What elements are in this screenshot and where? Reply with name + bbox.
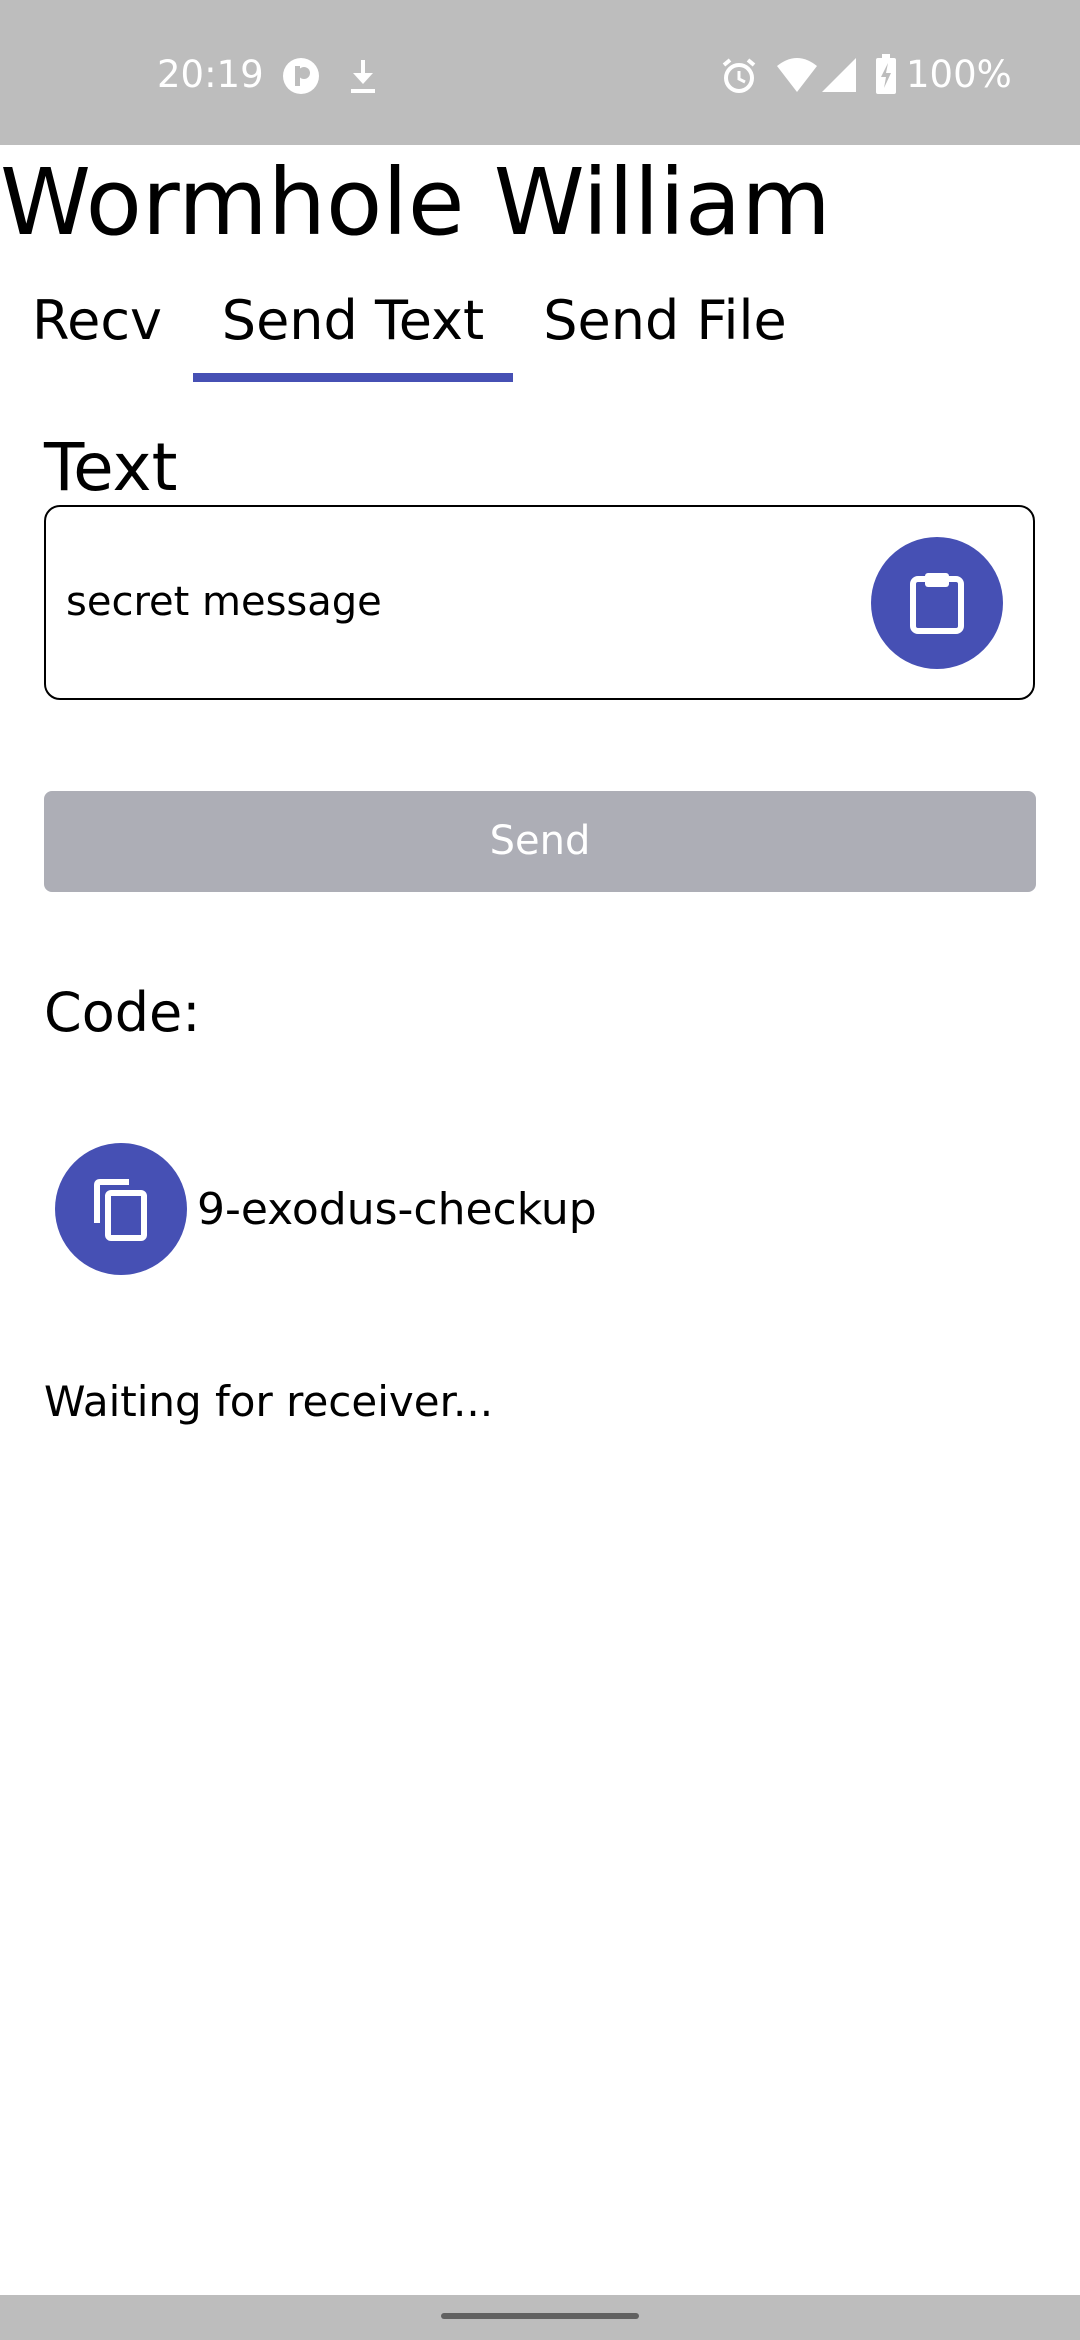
clipboard-icon: [910, 573, 964, 634]
text-field-label: Text: [44, 429, 178, 506]
battery-percent: 100%: [906, 53, 1012, 96]
code-value: 9-exodus-checkup: [197, 1184, 597, 1235]
tab-recv[interactable]: Recv: [18, 282, 176, 360]
wifi-icon: [775, 56, 819, 98]
download-icon: [348, 56, 378, 100]
copy-icon: [94, 1179, 147, 1241]
app-notification-icon: [281, 56, 321, 100]
app-title: Wormhole William: [0, 149, 831, 256]
selected-tab-indicator: [193, 373, 513, 382]
copy-code-button[interactable]: [55, 1143, 187, 1275]
status-bar: 20:19 100%: [0, 0, 1080, 145]
signal-icon: [820, 56, 858, 98]
transfer-status: Waiting for receiver...: [44, 1377, 494, 1426]
battery-charging-icon: [874, 54, 898, 100]
screen: 20:19 100% Wormhole William Recv Send Te…: [0, 0, 1080, 2340]
tab-send-text[interactable]: Send Text: [193, 282, 513, 360]
tab-send-file[interactable]: Send File: [530, 282, 800, 360]
send-button[interactable]: Send: [44, 791, 1036, 892]
home-gesture-handle[interactable]: [441, 2313, 639, 2319]
text-input-value[interactable]: secret message: [66, 577, 382, 627]
text-input[interactable]: secret message: [44, 505, 1035, 700]
paste-button[interactable]: [871, 537, 1003, 669]
navigation-bar: [0, 2295, 1080, 2340]
code-label: Code:: [44, 981, 201, 1044]
alarm-icon: [719, 56, 759, 100]
status-time: 20:19: [157, 53, 264, 96]
